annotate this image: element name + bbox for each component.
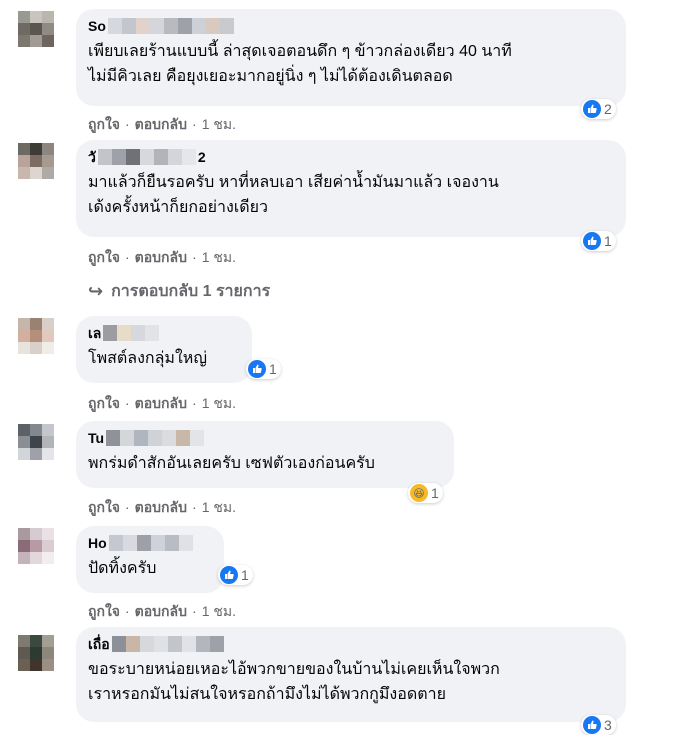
reply-link[interactable]: ตอบกลับ [135, 395, 187, 411]
comment-text-line: มาแล้วก็ยืนรอครับ หาที่หลบเอา เสียค่าน้ำ… [88, 174, 499, 191]
comment-text-line: เด้งครั้งหน้าก็ยกอย่างเดียว [88, 199, 268, 216]
commenter-name[interactable]: Tu [88, 429, 442, 447]
haha-icon: 😆 [410, 484, 428, 502]
like-link[interactable]: ถูกใจ [88, 499, 120, 515]
like-link[interactable]: ถูกใจ [88, 395, 120, 411]
avatar[interactable] [18, 528, 54, 564]
comment-bubble: เถื่อ ขอระบายหน่อยเหอะไอ้พวกขายของในบ้าน… [76, 627, 626, 722]
comment-text-line: ไม่มีคิวเลย คือยุงเยอะมากอยู่นิ่ง ๆ ไม่ไ… [88, 68, 453, 85]
avatar[interactable] [18, 318, 54, 354]
reply-link[interactable]: ตอบกลับ [135, 603, 187, 619]
comment-actions: ถูกใจ · ตอบกลับ · 1 ชม. [88, 603, 236, 619]
like-link[interactable]: ถูกใจ [88, 116, 120, 132]
commenter-name[interactable]: วั 2 [88, 148, 614, 166]
comment-actions: ถูกใจ · ตอบกลับ · 1 ชม. [88, 499, 236, 515]
thumbs-up-icon [583, 716, 601, 734]
comment-text-line: เราหรอกมันไม่สนใจหรอกถ้ามึงไม่ได้พวกกูมึ… [88, 686, 446, 703]
comment-actions: ถูกใจ · ตอบกลับ · 1 ชม. [88, 395, 236, 411]
comment-time[interactable]: 1 ชม. [202, 395, 236, 411]
comment-actions: ถูกใจ · ตอบกลับ · 1 ชม. [88, 249, 236, 265]
reaction-summary[interactable]: 2 [581, 99, 616, 119]
comment-time[interactable]: 1 ชม. [202, 499, 236, 515]
avatar[interactable] [18, 424, 54, 460]
comment-actions: ถูกใจ · ตอบกลับ · 1 ชม. [88, 116, 236, 132]
comment-text-line: โพสต์ลงกลุ่มใหญ่ [88, 350, 207, 367]
reply-arrow-icon: ↪ [88, 281, 104, 301]
reaction-summary[interactable]: 1 [246, 359, 281, 379]
reaction-summary[interactable]: 3 [581, 715, 616, 735]
avatar[interactable] [18, 635, 54, 671]
reply-link[interactable]: ตอบกลับ [135, 499, 187, 515]
avatar[interactable] [18, 143, 54, 179]
view-replies-link[interactable]: ↪ การตอบกลับ 1 รายการ [88, 279, 270, 304]
comment-bubble: เล โพสต์ลงกลุ่มใหญ่ [76, 316, 252, 383]
comment-bubble: Ho ปัดทิ้งครับ [76, 526, 224, 593]
reaction-summary[interactable]: 1 [581, 231, 616, 251]
reaction-count: 1 [241, 567, 249, 583]
thumbs-up-icon [583, 100, 601, 118]
comment-time[interactable]: 1 ชม. [202, 116, 236, 132]
comment-bubble: Tu พกร่มดำสักอันเลยครับ เซฟตัวเองก่อนครั… [76, 421, 454, 488]
comment-bubble: So เพียบเลยร้านแบบนี้ ล่าสุดเจอตอนดึก ๆ … [76, 9, 626, 106]
commenter-name[interactable]: เล [88, 324, 240, 342]
like-link[interactable]: ถูกใจ [88, 249, 120, 265]
commenter-name[interactable]: Ho [88, 534, 212, 552]
reaction-count: 1 [269, 361, 277, 377]
reaction-summary[interactable]: 1 [218, 565, 253, 585]
comment-text-line: ขอระบายหน่อยเหอะไอ้พวกขายของในบ้านไม่เคย… [88, 661, 500, 678]
reaction-summary[interactable]: 😆 1 [408, 483, 443, 503]
reaction-count: 3 [604, 717, 612, 733]
reaction-count: 1 [431, 485, 439, 501]
thumbs-up-icon [220, 566, 238, 584]
thumbs-up-icon [248, 360, 266, 378]
reply-link[interactable]: ตอบกลับ [135, 249, 187, 265]
comment-bubble: วั 2 มาแล้วก็ยืนรอครับ หาที่หลบเอา เสียค… [76, 140, 626, 237]
avatar[interactable] [18, 11, 54, 47]
commenter-name[interactable]: เถื่อ [88, 635, 614, 653]
comment-time[interactable]: 1 ชม. [202, 249, 236, 265]
comment-text-line: พกร่มดำสักอันเลยครับ เซฟตัวเองก่อนครับ [88, 455, 375, 472]
commenter-name[interactable]: So [88, 17, 614, 35]
reaction-count: 1 [604, 233, 612, 249]
comment-text-line: ปัดทิ้งครับ [88, 560, 157, 577]
comment-text-line: เพียบเลยร้านแบบนี้ ล่าสุดเจอตอนดึก ๆ ข้า… [88, 43, 512, 60]
thumbs-up-icon [583, 232, 601, 250]
like-link[interactable]: ถูกใจ [88, 603, 120, 619]
reply-link[interactable]: ตอบกลับ [135, 116, 187, 132]
reaction-count: 2 [604, 101, 612, 117]
comment-time[interactable]: 1 ชม. [202, 603, 236, 619]
